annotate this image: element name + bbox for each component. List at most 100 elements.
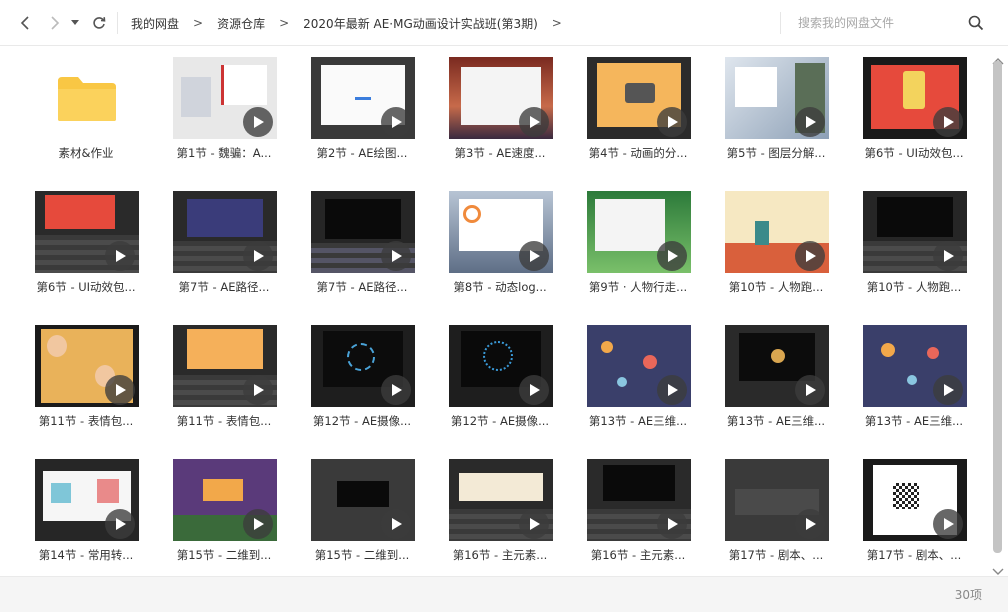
toolbar-divider	[780, 12, 781, 34]
file-name-label: 第6节 - UI动效包...	[36, 280, 136, 294]
breadcrumb-separator[interactable]: >	[552, 16, 562, 30]
video-file-item[interactable]: 第13节 - AE三维...	[840, 323, 978, 457]
video-thumbnail	[863, 325, 967, 407]
file-name-label: 第10节 - 人物跑...	[728, 280, 824, 294]
file-name-label: 第1节 - 魏骗：A...	[176, 146, 272, 160]
play-icon	[933, 107, 963, 137]
search-box	[788, 8, 998, 38]
breadcrumb-current-folder[interactable]: 2020年最新 AE·MG动画设计实战班(第3期)	[303, 15, 538, 32]
video-file-item[interactable]: 第15节 - 二维到...	[288, 457, 426, 576]
video-file-item[interactable]: 第12节 - AE摄像...	[288, 323, 426, 457]
video-file-item[interactable]: 第11节 - 表情包...	[12, 323, 150, 457]
status-bar: 30项	[0, 576, 1008, 612]
video-thumbnail	[449, 191, 553, 273]
video-thumbnail	[35, 191, 139, 273]
back-arrow-icon[interactable]	[14, 11, 36, 35]
video-thumbnail	[587, 191, 691, 273]
play-icon	[933, 375, 963, 405]
video-thumbnail	[173, 459, 277, 541]
video-file-item[interactable]: 第6节 - UI动效包...	[840, 55, 978, 189]
video-file-item[interactable]: 第10节 - 人物跑...	[840, 189, 978, 323]
video-thumbnail	[311, 191, 415, 273]
video-file-item[interactable]: 第17节 - 剧本、...	[840, 457, 978, 576]
file-name-label: 第11节 - 表情包...	[38, 414, 134, 428]
video-file-item[interactable]: 第16节 - 主元素...	[564, 457, 702, 576]
play-icon	[795, 375, 825, 405]
video-file-item[interactable]: 第1节 - 魏骗：A...	[150, 55, 288, 189]
video-thumbnail	[311, 325, 415, 407]
video-file-item[interactable]: 第5节 - 图层分解...	[702, 55, 840, 189]
video-file-item[interactable]: 第9节 · 人物行走...	[564, 189, 702, 323]
file-name-label: 第8节 - 动态log...	[453, 280, 547, 294]
file-name-label: 第3节 - AE速度...	[454, 146, 546, 160]
item-count: 30项	[954, 588, 982, 602]
file-name-label: 第15节 - 二维到...	[176, 548, 272, 562]
video-thumbnail	[173, 57, 277, 139]
play-icon	[243, 509, 273, 539]
video-thumbnail	[35, 325, 139, 407]
video-file-item[interactable]: 第13节 - AE三维...	[564, 323, 702, 457]
play-icon	[519, 107, 549, 137]
file-name-label: 第9节 · 人物行走...	[588, 280, 688, 294]
video-file-item[interactable]: 第17节 - 剧本、...	[702, 457, 840, 576]
video-thumbnail	[863, 191, 967, 273]
video-thumbnail	[311, 57, 415, 139]
forward-arrow-icon[interactable]	[44, 11, 66, 35]
vertical-scrollbar[interactable]	[988, 47, 1008, 576]
play-icon	[105, 509, 135, 539]
play-icon	[381, 509, 411, 539]
video-file-item[interactable]: 第13节 - AE三维...	[702, 323, 840, 457]
file-name-label: 第10节 - 人物跑...	[866, 280, 962, 294]
video-thumbnail	[863, 57, 967, 139]
file-name-label: 第5节 - 图层分解...	[726, 146, 826, 160]
video-file-item[interactable]: 第11节 - 表情包...	[150, 323, 288, 457]
video-thumbnail	[863, 459, 967, 541]
breadcrumb-separator: >	[279, 16, 290, 30]
play-icon	[657, 509, 687, 539]
video-thumbnail	[173, 325, 277, 407]
video-thumbnail	[449, 57, 553, 139]
search-input[interactable]	[788, 8, 998, 38]
breadcrumb-my-drive[interactable]: 我的网盘	[131, 15, 179, 32]
play-icon	[381, 241, 411, 271]
video-file-item[interactable]: 第3节 - AE速度...	[426, 55, 564, 189]
play-icon	[933, 241, 963, 271]
scroll-down-icon[interactable]	[992, 562, 1004, 575]
play-icon	[105, 241, 135, 271]
video-thumbnail	[587, 57, 691, 139]
video-file-item[interactable]: 第14节 - 常用转...	[12, 457, 150, 576]
file-name-label: 第17节 - 剧本、...	[728, 548, 824, 562]
play-icon	[795, 107, 825, 137]
file-name-label: 第14节 - 常用转...	[38, 548, 134, 562]
refresh-icon[interactable]	[88, 11, 110, 35]
breadcrumb-resource-repo[interactable]: 资源仓库	[217, 15, 265, 32]
folder-item[interactable]: 素材&作业	[12, 55, 150, 189]
play-icon	[519, 509, 549, 539]
dropdown-caret-icon[interactable]	[68, 11, 82, 35]
file-name-label: 第13节 - AE三维...	[588, 414, 688, 428]
video-file-item[interactable]: 第12节 - AE摄像...	[426, 323, 564, 457]
video-file-item[interactable]: 第4节 - 动画的分...	[564, 55, 702, 189]
folder-icon	[56, 75, 118, 123]
video-file-item[interactable]: 第15节 - 二维到...	[150, 457, 288, 576]
search-icon[interactable]	[968, 15, 984, 31]
video-thumbnail	[587, 325, 691, 407]
video-file-item[interactable]: 第7节 - AE路径...	[288, 189, 426, 323]
file-grid-area: 素材&作业 第1节 - 魏骗：A... 第2节 - AE绘图... 第3节 - AE速…	[0, 47, 988, 576]
file-name-label: 第11节 - 表情包...	[176, 414, 272, 428]
play-icon	[243, 241, 273, 271]
play-icon	[105, 375, 135, 405]
video-file-item[interactable]: 第8节 - 动态log...	[426, 189, 564, 323]
play-icon	[657, 241, 687, 271]
video-file-item[interactable]: 第16节 - 主元素...	[426, 457, 564, 576]
video-file-item[interactable]: 第10节 - 人物跑...	[702, 189, 840, 323]
file-name-label: 第13节 - AE三维...	[726, 414, 826, 428]
play-icon	[519, 241, 549, 271]
play-icon	[243, 107, 273, 137]
video-file-item[interactable]: 第2节 - AE绘图...	[288, 55, 426, 189]
scrollbar-thumb[interactable]	[993, 61, 1002, 553]
scroll-up-icon[interactable]	[992, 51, 1004, 65]
video-thumbnail	[725, 57, 829, 139]
video-file-item[interactable]: 第6节 - UI动效包...	[12, 189, 150, 323]
video-file-item[interactable]: 第7节 - AE路径...	[150, 189, 288, 323]
